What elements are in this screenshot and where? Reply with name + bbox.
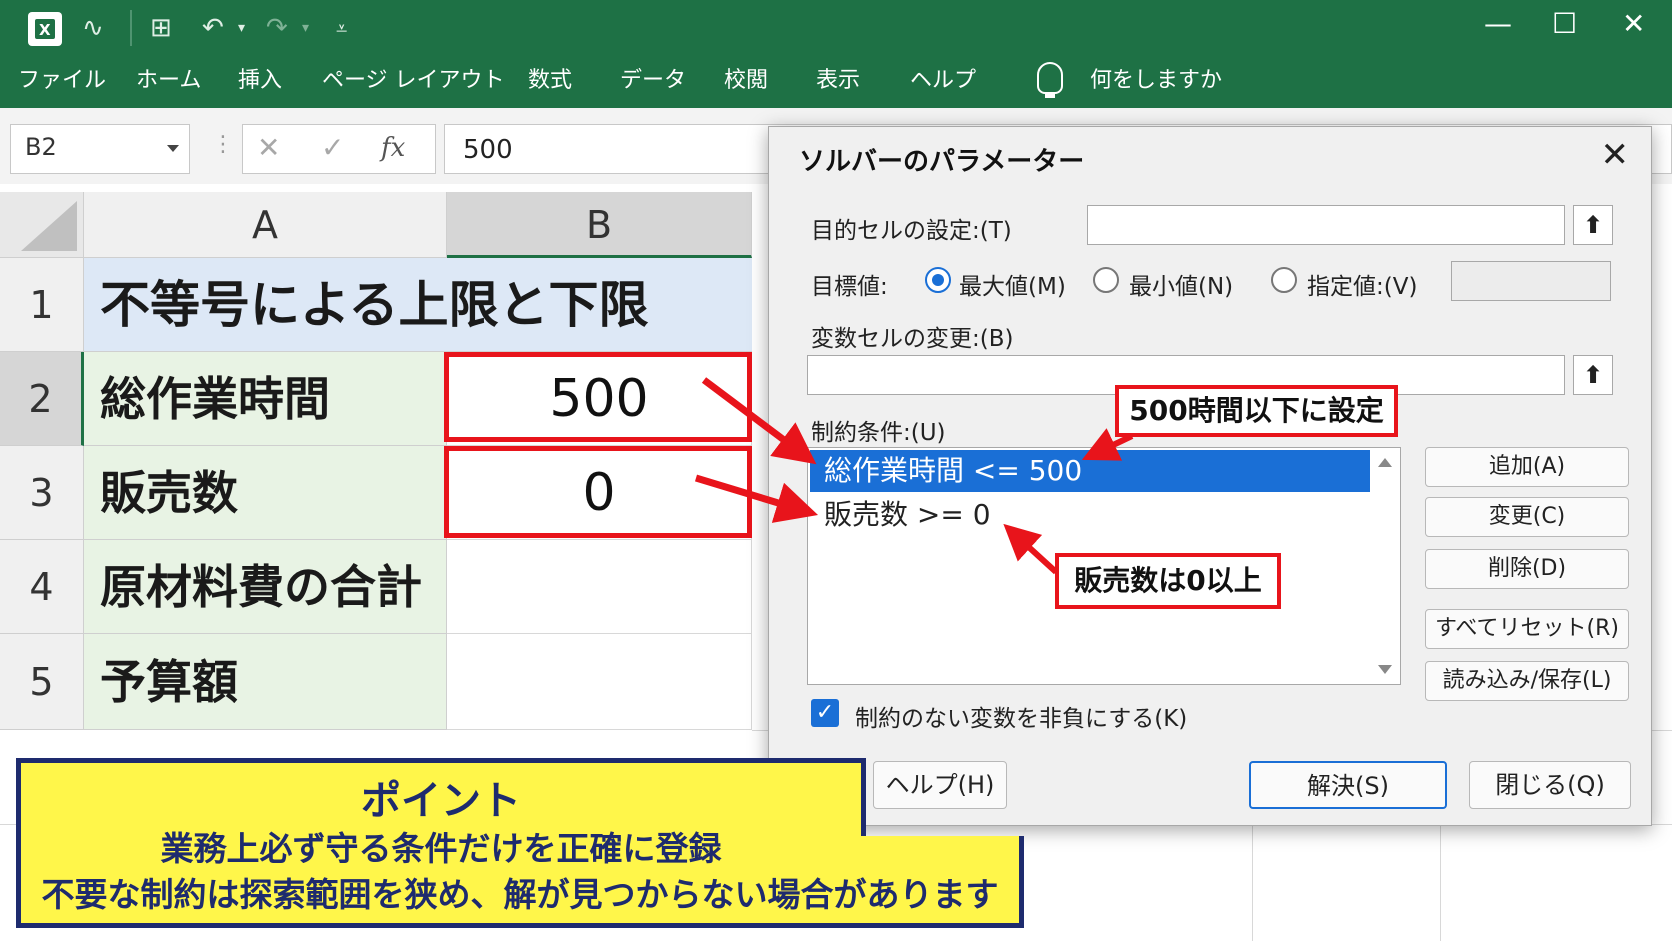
objective-label: 目的セルの設定:(T) [811,218,1012,244]
variable-label: 変数セルの変更:(B) [811,326,1014,352]
cell-a4[interactable]: 原材料費の合計 [84,540,447,634]
objective-field[interactable] [1087,205,1565,245]
nonneg-label[interactable]: 制約のない変数を非負にする(K) [855,699,1187,733]
formula-controls: ✕ ✓ fx [242,124,436,174]
constraint-item[interactable]: 販売数 >= 0 [810,494,1370,536]
nonneg-checkbox[interactable]: ✓ [811,699,839,727]
gridline [1252,826,1253,941]
tab-page-layout[interactable]: ページ レイアウト [322,64,505,98]
solve-button[interactable]: 解決(S) [1249,761,1447,809]
toolbar-separator [130,10,132,46]
cancel-icon[interactable]: ✕ [257,131,280,164]
reset-all-button[interactable]: すべてリセット(R) [1425,609,1629,649]
constraints-label: 制約条件:(U) [811,420,946,446]
scroll-down-icon[interactable] [1378,665,1392,674]
minimize-icon[interactable]: — [1484,6,1512,42]
point-line-2: 不要な制約は探索範囲を狭め、解が見つからない場合があります [41,875,999,914]
point-title: ポイント [361,778,521,824]
gridline [1440,826,1441,941]
point-line-1: 業務上必ず守る条件だけを正確に登録 [160,829,722,868]
lightbulb-icon[interactable] [1037,62,1063,98]
insert-function-icon[interactable]: fx [381,133,405,163]
sheet-title-cell[interactable]: 不等号による上限と下限 [84,258,752,352]
tab-formulas[interactable]: 数式 [528,64,572,98]
window-close-icon[interactable]: ✕ [1622,6,1645,42]
excel-logo-icon: X [28,12,62,46]
maximize-icon[interactable]: ☐ [1552,6,1577,42]
cell-a2[interactable]: 総作業時間 [84,352,447,446]
title-bar [0,0,1672,56]
radio-max[interactable] [925,267,951,293]
enter-icon[interactable]: ✓ [321,131,344,164]
load-save-button[interactable]: 読み込み/保存(L) [1425,661,1629,701]
tab-home[interactable]: ホーム [136,64,201,98]
cell-a5[interactable]: 予算額 [84,634,447,730]
solver-parameters-dialog: ソルバーのパラメーター ✕ 目的セルの設定:(T) ⬆ 目標値: 最大値(M) … [768,126,1652,826]
help-button[interactable]: ヘルプ(H) [873,761,1007,809]
grid-icon[interactable]: ⊞ [150,10,172,46]
radio-value-label[interactable]: 指定値:(V) [1307,267,1417,301]
tab-data[interactable]: データ [620,64,686,98]
radio-min-label[interactable]: 最小値(N) [1129,267,1233,301]
undo-dropdown-icon[interactable]: ▾ [238,10,245,46]
row-header-4[interactable]: 4 [0,540,84,634]
add-button[interactable]: 追加(A) [1425,447,1629,487]
tab-view[interactable]: 表示 [816,64,860,98]
scroll-up-icon[interactable] [1378,458,1392,467]
radio-value[interactable] [1271,267,1297,293]
radio-max-label[interactable]: 最大値(M) [959,267,1066,301]
tab-review[interactable]: 校閲 [724,64,768,98]
dialog-title: ソルバーのパラメーター [799,147,1085,177]
column-header-a[interactable]: A [84,192,447,258]
tab-insert[interactable]: 挿入 [238,64,282,98]
highlight-box-b3 [444,446,752,538]
undo-icon[interactable]: ↶ [202,10,224,46]
select-all-corner[interactable] [0,192,84,258]
redo-icon[interactable]: ↷ [266,10,288,46]
collapse-dialog-icon[interactable]: ⬆ [1573,355,1613,395]
callout-upper-limit: 500時間以下に設定 [1115,385,1398,437]
column-header-b[interactable]: B [447,192,752,258]
row-header-3[interactable]: 3 [0,446,84,540]
formula-value: 500 [463,135,513,165]
tell-me-search[interactable]: 何をしますか [1090,64,1222,98]
row-header-5[interactable]: 5 [0,634,84,730]
radio-min[interactable] [1093,267,1119,293]
dialog-close-icon[interactable]: ✕ [1601,135,1630,175]
redo-dropdown-icon[interactable]: ▾ [302,10,309,46]
name-box[interactable]: B2 [10,124,190,174]
callout-lower-limit: 販売数は0以上 [1055,553,1281,609]
row-header-2[interactable]: 2 [0,352,84,446]
collapse-dialog-icon[interactable]: ⬆ [1573,205,1613,245]
row-header-1[interactable]: 1 [0,258,84,352]
autosave-icon[interactable]: ∿ [82,10,104,46]
change-button[interactable]: 変更(C) [1425,497,1629,537]
delete-button[interactable]: 削除(D) [1425,549,1629,589]
formula-bar-grip-icon[interactable]: ⋮ [212,132,234,157]
chevron-down-icon[interactable] [167,145,179,152]
constraint-item[interactable]: 総作業時間 <= 500 [810,450,1370,492]
cell-a3[interactable]: 販売数 [84,446,447,540]
specified-value-field[interactable] [1451,261,1611,301]
close-button[interactable]: 閉じる(Q) [1469,761,1631,809]
goal-label: 目標値: [811,274,888,300]
cell-b4[interactable] [447,540,752,634]
customize-toolbar-icon[interactable]: ⩡ [336,10,347,46]
tab-file[interactable]: ファイル [18,64,106,98]
highlight-box-b2 [444,352,752,442]
name-box-value: B2 [25,133,57,161]
cell-b5[interactable] [447,634,752,730]
tab-help[interactable]: ヘルプ [910,64,976,98]
